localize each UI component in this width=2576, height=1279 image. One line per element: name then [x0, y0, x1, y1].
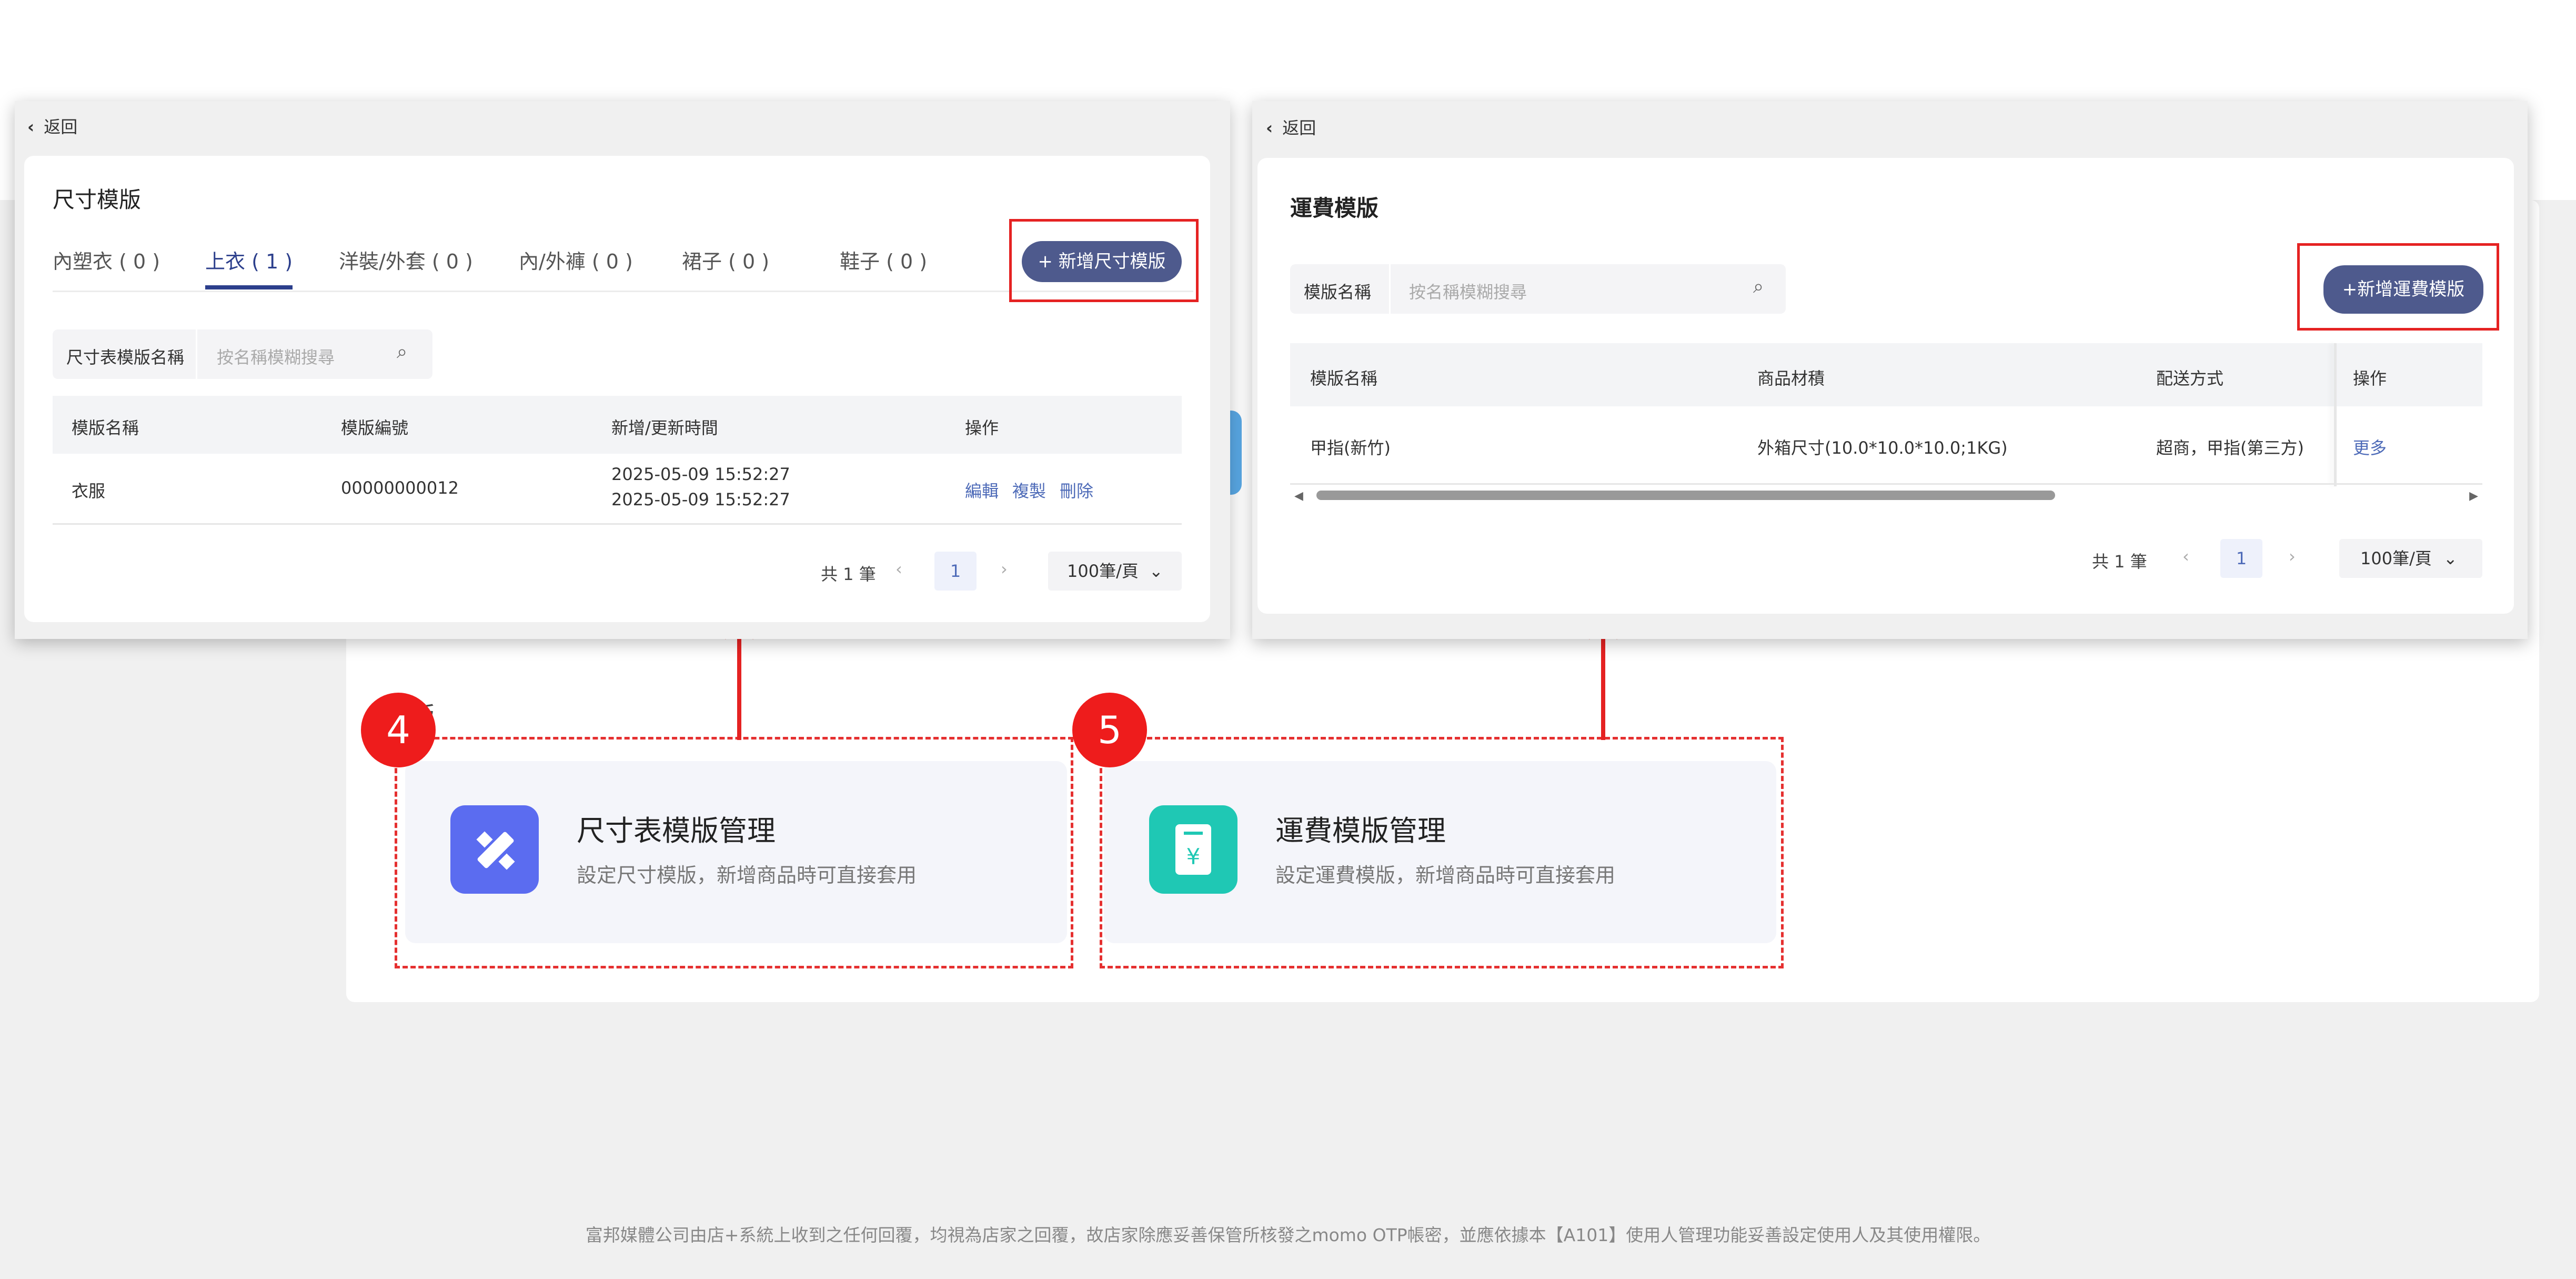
- row-divider: [53, 523, 1182, 525]
- search-label: 模版名稱: [1304, 282, 1372, 302]
- more-link[interactable]: 更多: [2353, 435, 2387, 459]
- search-icon[interactable]: ⌕: [397, 341, 407, 363]
- scroll-right-icon[interactable]: ▶: [2469, 489, 2478, 503]
- search-divider: [1389, 264, 1391, 314]
- fixed-column-divider: [2334, 343, 2337, 486]
- page-size-value: 100筆/頁: [2360, 548, 2432, 568]
- horizontal-scrollbar[interactable]: ◀ ▶: [1290, 489, 2482, 503]
- step-badge: 4: [361, 693, 436, 767]
- highlight-box: [2297, 243, 2499, 331]
- column-header: 操作: [965, 418, 999, 438]
- highlight-dashed-box: [1100, 737, 1784, 968]
- delete-link[interactable]: 刪除: [1060, 478, 1093, 502]
- page-number[interactable]: 1: [2220, 539, 2262, 578]
- column-header: 新增/更新時間: [611, 418, 718, 438]
- template-code: 00000000012: [341, 478, 459, 498]
- delivery-method: 超商，甲指(第三方): [2156, 438, 2304, 458]
- search-label: 尺寸表模版名稱: [66, 347, 185, 367]
- column-header: 模版名稱: [1310, 368, 1378, 388]
- back-label: 返回: [44, 117, 78, 137]
- page-size-select[interactable]: 100筆/頁 ⌄: [2339, 539, 2482, 578]
- size-template-panel: ‹ 返回 尺寸模版 內塑衣 ( 0 ) 上衣 ( 1 ) 洋裝/外套 ( 0 ) …: [15, 101, 1230, 639]
- prev-page-icon[interactable]: ‹: [2182, 546, 2189, 566]
- tab-shoes[interactable]: 鞋子 ( 0 ): [840, 245, 927, 274]
- table-header: 模版名稱 模版編號 新增/更新時間 操作: [53, 396, 1182, 454]
- step-badge: 5: [1072, 693, 1147, 767]
- page-size-value: 100筆/頁: [1067, 561, 1139, 581]
- search-input[interactable]: 按名稱模糊搜尋: [217, 344, 335, 368]
- next-page-icon[interactable]: ›: [1001, 559, 1008, 579]
- column-header: 操作: [2353, 368, 2387, 388]
- column-header: 商品材積: [1757, 368, 1825, 388]
- shipping-template-content: 運費模版 模版名稱 按名稱模糊搜尋 ⌕ +新增運費模版 模版名稱 商品材積 配送…: [1257, 158, 2514, 614]
- chevron-down-icon: ⌄: [2443, 548, 2458, 568]
- chevron-left-icon: ‹: [27, 117, 35, 137]
- page-size-select[interactable]: 100筆/頁 ⌄: [1048, 552, 1182, 591]
- back-button[interactable]: ‹ 返回: [1266, 115, 1316, 139]
- column-header: 配送方式: [2156, 368, 2224, 388]
- tab-underwear[interactable]: 內塑衣 ( 0 ): [53, 245, 160, 274]
- total-count: 共 1 筆: [2092, 552, 2147, 572]
- back-label: 返回: [1282, 118, 1316, 138]
- total-count: 共 1 筆: [821, 564, 876, 584]
- shipping-template-panel: ‹ 返回 運費模版 模版名稱 按名稱模糊搜尋 ⌕ +新增運費模版 模版名稱 商品材…: [1252, 101, 2528, 639]
- table-header: 模版名稱 商品材積 配送方式 操作: [1290, 343, 2482, 406]
- highlight-box: [1009, 219, 1199, 302]
- next-page-icon[interactable]: ›: [2289, 546, 2296, 566]
- tab-pants[interactable]: 內/外褲 ( 0 ): [519, 245, 633, 274]
- page-title: 尺寸模版: [53, 187, 142, 213]
- tab-skirts[interactable]: 裙子 ( 0 ): [682, 245, 769, 274]
- chevron-down-icon: ⌄: [1149, 561, 1163, 581]
- scrollbar-thumb[interactable]: [1316, 491, 2055, 500]
- shipping-template-search: 模版名稱 按名稱模糊搜尋 ⌕: [1290, 264, 1786, 314]
- updated-time: 2025-05-09 15:52:27: [611, 489, 790, 509]
- prev-page-icon[interactable]: ‹: [895, 559, 902, 579]
- back-button[interactable]: ‹ 返回: [27, 114, 77, 138]
- search-divider: [196, 329, 197, 379]
- chevron-left-icon: ‹: [1266, 118, 1273, 138]
- size-template-search: 尺寸表模版名稱 按名稱模糊搜尋 ⌕: [53, 329, 432, 379]
- page-title: 運費模版: [1290, 195, 1379, 221]
- copy-link[interactable]: 複製: [1012, 478, 1046, 502]
- created-time: 2025-05-09 15:52:27: [611, 464, 790, 484]
- footer-notice: 富邦媒體公司由店+系統上收到之任何回覆，均視為店家之回覆，故店家除應妥善保管所核…: [585, 1225, 1991, 1245]
- column-header: 模版編號: [341, 418, 409, 438]
- search-icon[interactable]: ⌕: [1753, 276, 1764, 298]
- search-input[interactable]: 按名稱模糊搜尋: [1409, 279, 1527, 303]
- edit-link[interactable]: 編輯: [965, 478, 999, 502]
- template-name: 衣服: [72, 481, 106, 501]
- scroll-left-icon[interactable]: ◀: [1294, 489, 1303, 503]
- template-name: 甲指(新竹): [1310, 438, 1391, 458]
- size-template-content: 尺寸模版 內塑衣 ( 0 ) 上衣 ( 1 ) 洋裝/外套 ( 0 ) 內/外褲…: [24, 156, 1210, 622]
- highlight-dashed-box: [395, 737, 1073, 968]
- tab-tops[interactable]: 上衣 ( 1 ): [205, 245, 293, 289]
- tab-dress-coat[interactable]: 洋裝/外套 ( 0 ): [339, 245, 473, 274]
- page-number[interactable]: 1: [934, 552, 977, 591]
- column-header: 模版名稱: [72, 418, 139, 438]
- row-divider: [1290, 483, 2482, 485]
- product-volume: 外箱尺寸(10.0*10.0*10.0;1KG): [1757, 438, 2008, 458]
